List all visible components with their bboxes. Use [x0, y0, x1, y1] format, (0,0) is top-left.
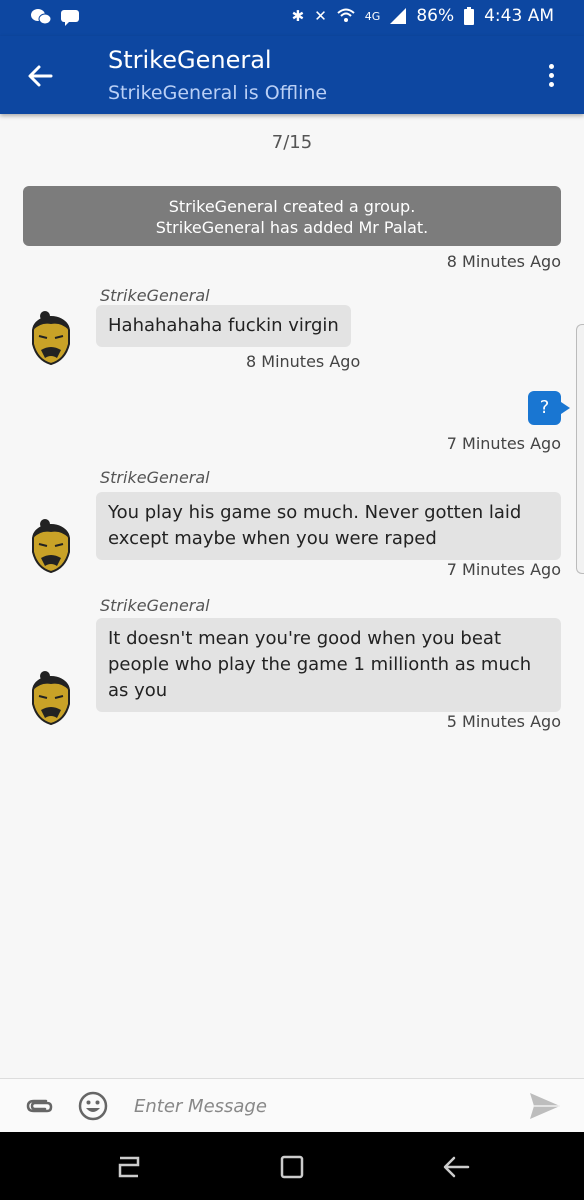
back-button[interactable]	[22, 58, 58, 94]
message-time: 5 Minutes Ago	[446, 712, 561, 731]
sender-name: StrikeGeneral	[100, 286, 210, 305]
more-options-button[interactable]	[536, 60, 566, 90]
emoji-icon[interactable]	[78, 1091, 108, 1121]
message-line: You play his game so much. Never gotten …	[108, 502, 522, 523]
back-arrow-icon	[28, 65, 53, 87]
scroll-handle[interactable]	[576, 324, 584, 574]
system-message: StrikeGeneral created a group. StrikeGen…	[23, 186, 561, 246]
wifi-icon	[337, 8, 355, 22]
clock: 4:43 AM	[484, 6, 554, 26]
chat-status: StrikeGeneral is Offline	[108, 82, 328, 104]
date-divider: 7/15	[271, 132, 313, 153]
status-system-icons: ✱ ✕ 4G 86% 4:43 AM	[292, 6, 554, 26]
status-bar: ✱ ✕ 4G 86% 4:43 AM	[0, 0, 584, 36]
message-input[interactable]	[122, 1087, 502, 1125]
battery-percent: 86%	[416, 6, 455, 26]
recent-apps-icon[interactable]	[112, 1150, 146, 1184]
message-list[interactable]: 7/15 StrikeGeneral created a group. Stri…	[0, 114, 584, 1078]
message-bubble[interactable]: It doesn't mean you're good when you bea…	[96, 618, 561, 712]
system-message-line: StrikeGeneral created a group.	[168, 197, 416, 216]
message-time: 7 Minutes Ago	[446, 560, 561, 579]
more-vert-icon	[548, 63, 554, 69]
message-time: 7 Minutes Ago	[446, 434, 561, 453]
message-bubble[interactable]: Hahahahaha fuckin virgin	[96, 305, 351, 347]
message-time: 8 Minutes Ago	[446, 252, 561, 271]
send-icon[interactable]	[528, 1091, 562, 1121]
message-line: as you	[108, 680, 168, 701]
message-notification-icon	[61, 10, 79, 26]
paperclip-icon[interactable]	[24, 1093, 54, 1119]
status-notification-icons	[30, 8, 80, 26]
chat-title: StrikeGeneral	[108, 46, 272, 74]
avatar[interactable]	[27, 518, 75, 574]
sender-name: StrikeGeneral	[100, 596, 210, 615]
message-line: except maybe when you were raped	[108, 528, 437, 549]
network-type: 4G	[364, 9, 381, 23]
message-line: people who play the game 1 millionth as …	[108, 654, 532, 675]
signal-icon	[390, 8, 407, 24]
sender-name: StrikeGeneral	[100, 468, 210, 487]
chat-notification-icon	[31, 9, 52, 25]
bluetooth-icon: ✱	[291, 7, 305, 25]
message-line: It doesn't mean you're good when you bea…	[108, 628, 502, 649]
message-bubble[interactable]: You play his game so much. Never gotten …	[96, 492, 561, 560]
home-icon[interactable]	[275, 1150, 309, 1184]
battery-icon	[464, 7, 475, 25]
app-bar: StrikeGeneral StrikeGeneral is Offline	[0, 36, 584, 114]
back-nav-icon[interactable]	[440, 1150, 474, 1184]
avatar[interactable]	[27, 670, 75, 726]
mute-icon: ✕	[314, 7, 327, 25]
system-nav-bar	[0, 1132, 584, 1200]
avatar[interactable]	[27, 310, 75, 366]
message-time: 8 Minutes Ago	[246, 352, 361, 371]
message-composer	[0, 1078, 584, 1132]
system-message-line: StrikeGeneral has added Mr Palat.	[155, 218, 429, 237]
outgoing-message-bubble[interactable]: ?	[528, 391, 570, 425]
